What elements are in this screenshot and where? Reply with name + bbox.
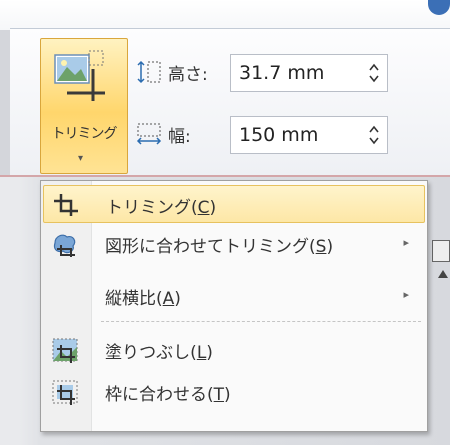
crop-button-label: トリミング	[51, 126, 118, 142]
menu-item-aspect-ratio[interactable]: 縦横比(A) ▸	[43, 277, 425, 315]
menu-item-label: 縦横比(A)	[105, 289, 181, 309]
crop-button[interactable]: トリミング ▾	[40, 38, 128, 174]
menu-item-crop-to-shape[interactable]: 図形に合わせてトリミング(S) ▸	[43, 225, 425, 263]
triangle-icon	[438, 270, 448, 278]
menu-item-fit[interactable]: 枠に合わせる(T)	[43, 373, 425, 411]
menu-item-crop[interactable]: トリミング(C)	[43, 185, 425, 223]
fill-icon	[52, 338, 78, 363]
height-value: 31.7 mm	[239, 62, 325, 84]
width-label: 幅:	[168, 127, 191, 147]
shape-width-icon	[136, 123, 162, 145]
width-input[interactable]: 150 mm	[230, 116, 388, 154]
submenu-arrow-icon: ▸	[403, 236, 409, 249]
fit-icon	[52, 380, 78, 405]
menu-item-label: 図形に合わせてトリミング(S)	[105, 237, 334, 257]
submenu-arrow-icon: ▸	[403, 288, 409, 301]
spin-updown-icon[interactable]	[367, 60, 381, 86]
shape-height-icon	[137, 60, 161, 84]
menu-item-label: 塗りつぶし(L)	[105, 343, 213, 363]
crop-image-icon	[54, 50, 105, 101]
partial-ribbon-button[interactable]	[432, 240, 450, 262]
chevron-down-icon: ▾	[78, 153, 84, 164]
crop-dropdown-menu: トリミング(C) 図形に合わせてトリミング(S) ▸ 縦横比(A) ▸ 塗りつぶ…	[40, 180, 428, 432]
spin-updown-icon[interactable]	[367, 122, 381, 148]
menu-item-fill[interactable]: 塗りつぶし(L)	[43, 331, 425, 369]
menu-separator	[101, 321, 421, 322]
width-value: 150 mm	[239, 124, 319, 146]
title-strip	[0, 0, 450, 30]
menu-item-label: 枠に合わせる(T)	[105, 385, 231, 405]
crop-icon	[54, 194, 78, 216]
crop-to-shape-icon	[53, 234, 76, 257]
height-label: 高さ:	[168, 65, 208, 85]
menu-item-label: トリミング(C)	[106, 198, 217, 218]
height-input[interactable]: 31.7 mm	[230, 54, 388, 92]
